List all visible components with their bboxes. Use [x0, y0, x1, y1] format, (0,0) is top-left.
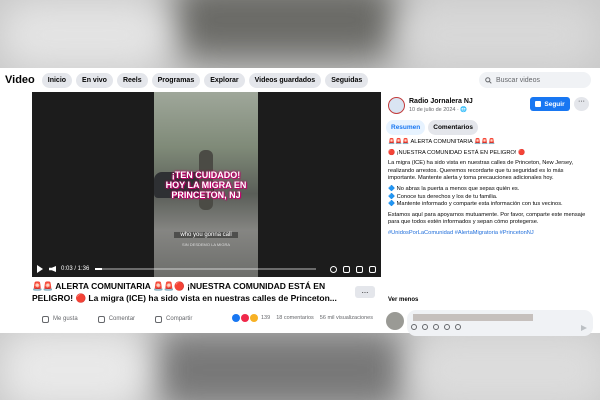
post-title: 🚨🚨 ALERTA COMUNITARIA 🚨🚨🔴 ¡NUESTRA COMUN… [32, 281, 337, 303]
pip-icon[interactable] [343, 265, 350, 273]
share-button[interactable]: Compartir [155, 315, 192, 323]
post-actions: Me gusta Comentar Compartir 139 18 comen… [32, 312, 381, 326]
tab-inicio[interactable]: Inicio [41, 72, 73, 88]
desc-p2: 🔴 ¡NUESTRA COMUNIDAD ESTÁ EN PELIGRO! 🔴 [388, 149, 526, 156]
search-input[interactable]: Buscar videos [479, 72, 591, 88]
hashtags[interactable]: #UnidosPorLaComunidad #AlertaMigratoria … [388, 230, 590, 238]
tab-reels[interactable]: Reels [116, 72, 148, 88]
tab-comentarios[interactable]: Comentarios [428, 120, 478, 135]
expand-icon[interactable] [369, 265, 376, 273]
reactions-count[interactable]: 139 [261, 315, 270, 321]
video-frame: ¡TEN CUIDADO! HOY LA MIGRA EN PRINCETON,… [154, 92, 258, 277]
comment-icon [97, 315, 105, 323]
sticker-icon[interactable] [411, 324, 417, 330]
video-player[interactable]: ¡TEN CUIDADO! HOY LA MIGRA EN PRINCETON,… [32, 92, 381, 277]
tab-seguidas[interactable]: Seguidas [325, 72, 369, 88]
camera-icon[interactable] [433, 324, 439, 330]
nav-title: Video [5, 74, 35, 86]
desc-p1: 🚨🚨🚨 ALERTA COMUNITARIA 🚨🚨🚨 [388, 139, 496, 145]
post-description: 🚨🚨🚨 ALERTA COMUNITARIA 🚨🚨🚨 🔴 ¡NUESTRA CO… [388, 139, 590, 241]
like-reaction-icon [232, 314, 240, 322]
follow-button[interactable]: Seguir [530, 97, 570, 111]
share-icon [155, 315, 163, 323]
comments-count[interactable]: 18 comentarios [276, 315, 314, 321]
emoji-icon[interactable] [422, 324, 428, 330]
comment-tools [411, 324, 466, 330]
play-icon[interactable] [37, 265, 43, 273]
comment-input[interactable] [407, 310, 593, 336]
like-button[interactable]: Me gusta [42, 315, 78, 323]
comment-placeholder-redacted [413, 314, 533, 321]
user-avatar [386, 312, 404, 330]
video-time: 0:03 / 1:36 [61, 266, 90, 272]
post-date[interactable]: 10 de julio de 2024 · 🌐 [409, 107, 467, 113]
video-caption-sub: SIN DESDEMO LA MIGRA [181, 242, 230, 247]
search-placeholder: Buscar videos [496, 76, 540, 84]
post-side-panel: Radio Jornalera NJ 10 de julio de 2024 ·… [381, 92, 600, 336]
gear-icon[interactable] [330, 265, 337, 273]
follow-icon [535, 101, 542, 107]
fullscreen-icon[interactable] [356, 265, 363, 273]
video-controls: 0:03 / 1:36 [32, 261, 381, 277]
side-more-button[interactable]: ··· [574, 97, 589, 111]
send-icon[interactable] [581, 325, 587, 331]
video-overlay-text: ¡TEN CUIDADO! HOY LA MIGRA EN PRINCETON,… [165, 170, 247, 200]
video-caption: who you gonna call [174, 232, 238, 238]
progress-bar[interactable] [95, 268, 316, 270]
video-nav: Video Inicio En vivo Reels Programas Exp… [0, 68, 600, 92]
love-reaction-icon [241, 314, 249, 322]
tab-videos-guardados[interactable]: Videos guardados [248, 72, 322, 88]
page-avatar[interactable] [388, 97, 405, 114]
avatar-sticker-icon[interactable] [455, 324, 461, 330]
gif-icon[interactable] [444, 324, 450, 330]
tab-explorar[interactable]: Explorar [204, 72, 245, 88]
post-more-button[interactable]: ... [355, 286, 375, 298]
thumbs-up-icon [42, 315, 49, 323]
progress-fill [95, 268, 102, 270]
ver-menos-link[interactable]: Ver menos [388, 297, 418, 303]
desc-p3: La migra (ICE) ha sido vista en nuestras… [388, 160, 574, 182]
facebook-video-panel: Video Inicio En vivo Reels Programas Exp… [0, 68, 600, 336]
tab-en-vivo[interactable]: En vivo [76, 72, 113, 88]
post-stats: 139 18 comentarios 56 mil visualizacione… [232, 314, 379, 322]
care-reaction-icon [250, 314, 258, 322]
search-icon [485, 76, 492, 84]
desc-p4: 🔷 No abras la puerta a menos que sepas q… [388, 185, 563, 208]
tab-programas[interactable]: Programas [151, 72, 201, 88]
desc-p5: Estamos aquí para apoyarnos mutuamente. … [388, 211, 586, 226]
views-count: 56 mil visualizaciones [319, 315, 373, 321]
side-tabs: Resumen Comentarios [386, 120, 481, 135]
tab-resumen[interactable]: Resumen [386, 120, 426, 135]
page-name[interactable]: Radio Jornalera NJ [409, 98, 473, 105]
comment-button[interactable]: Comentar [97, 315, 135, 323]
volume-icon[interactable] [49, 266, 56, 272]
